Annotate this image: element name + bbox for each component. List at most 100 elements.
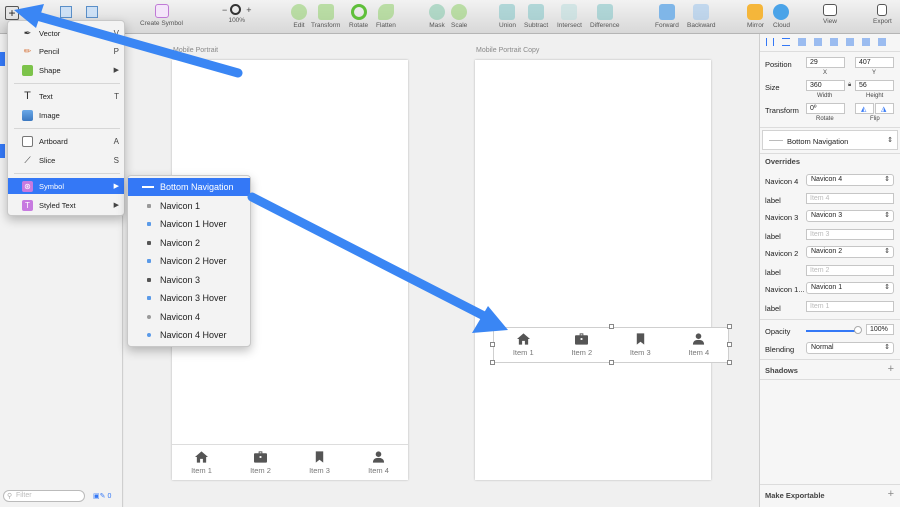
- bottom-navigation-instance[interactable]: Item 1 Item 2 Item 3 Item 4: [493, 327, 729, 363]
- symbol-master-select[interactable]: Bottom Navigation ⇕: [762, 130, 898, 150]
- align-center-icon[interactable]: [814, 38, 822, 46]
- mirror-button[interactable]: Mirror: [747, 4, 764, 29]
- resize-handle-tl[interactable]: [490, 324, 495, 329]
- override-text-field[interactable]: Item 1: [806, 301, 894, 312]
- toolbar-square-icon-1[interactable]: [60, 6, 72, 18]
- difference-button[interactable]: Difference: [590, 4, 620, 29]
- subtract-button[interactable]: Subtract: [524, 4, 548, 29]
- resize-handle-br[interactable]: [727, 360, 732, 365]
- layer-filter-tools[interactable]: ▣✎ 0: [93, 492, 111, 500]
- lock-icon[interactable]: 🔒︎: [848, 82, 851, 89]
- height-field[interactable]: 56: [855, 80, 894, 91]
- zoom-out-button[interactable]: −: [222, 5, 227, 15]
- resize-handle-tm[interactable]: [609, 324, 614, 329]
- menu-item-symbol[interactable]: ⊛ Symbol ▶: [8, 178, 124, 194]
- align-bottom-icon[interactable]: [878, 38, 886, 46]
- resize-handle-ml[interactable]: [490, 342, 495, 347]
- override-text-field[interactable]: Item 3: [806, 229, 894, 240]
- nav-item-4[interactable]: Item 4: [351, 450, 407, 475]
- filter-input[interactable]: ⚲ Filter: [3, 490, 85, 502]
- rotate-field[interactable]: 0º: [806, 103, 845, 114]
- nav-item-4[interactable]: Item 4: [671, 333, 727, 357]
- rotate-button[interactable]: Rotate: [349, 4, 368, 29]
- override-select[interactable]: Navicon 4 ⇕: [806, 174, 894, 186]
- export-button[interactable]: Export: [873, 4, 892, 25]
- insert-button[interactable]: +: [5, 6, 19, 20]
- submenu-item-navicon-3-hover[interactable]: Navicon 3 Hover: [128, 289, 250, 307]
- menu-item-pencil[interactable]: ✏ Pencil P: [8, 43, 124, 59]
- backward-button[interactable]: Backward: [687, 4, 716, 29]
- nav-item-2[interactable]: Item 2: [554, 333, 610, 357]
- blending-select[interactable]: Normal ⇕: [806, 342, 894, 354]
- add-export-button[interactable]: +: [888, 488, 894, 500]
- forward-button[interactable]: Forward: [655, 4, 679, 29]
- navicon-thumbnail-icon: [144, 293, 154, 303]
- flatten-button[interactable]: Flatten: [376, 4, 396, 29]
- opacity-slider-knob[interactable]: [854, 326, 862, 334]
- create-symbol-button[interactable]: Create Symbol: [140, 4, 183, 27]
- override-select[interactable]: Navicon 2 ⇕: [806, 246, 894, 258]
- union-button[interactable]: Union: [499, 4, 516, 29]
- mask-button[interactable]: Mask: [429, 4, 445, 29]
- width-field[interactable]: 360: [806, 80, 845, 91]
- override-text-field[interactable]: Item 4: [806, 193, 894, 204]
- resize-handle-mr[interactable]: [727, 342, 732, 347]
- submenu-item-navicon-4[interactable]: Navicon 4: [128, 308, 250, 326]
- resize-handle-bm[interactable]: [609, 360, 614, 365]
- submenu-item-navicon-2[interactable]: Navicon 2: [128, 234, 250, 252]
- submenu-item-bottom-navigation[interactable]: Bottom Navigation: [128, 178, 250, 196]
- submenu-item-navicon-4-hover[interactable]: Navicon 4 Hover: [128, 326, 250, 344]
- bottom-navigation[interactable]: Item 1 Item 2 Item 3 Item 4: [172, 444, 408, 480]
- menu-item-slice[interactable]: ⟋ Slice S: [8, 152, 124, 168]
- align-middle-icon[interactable]: [862, 38, 870, 46]
- menu-item-styled-text[interactable]: T Styled Text ▶: [8, 197, 124, 213]
- submenu-item-navicon-1-hover[interactable]: Navicon 1 Hover: [128, 215, 250, 233]
- override-select[interactable]: Navicon 1 ⇕: [806, 282, 894, 294]
- intersect-button[interactable]: Intersect: [557, 4, 582, 29]
- scale-button[interactable]: Scale: [451, 4, 467, 29]
- resize-handle-bl[interactable]: [490, 360, 495, 365]
- position-x-field[interactable]: 29: [806, 57, 845, 68]
- position-y-field[interactable]: 407: [855, 57, 894, 68]
- navicon-thumbnail-icon: [144, 312, 154, 322]
- distribute-horizontal-icon[interactable]: [766, 38, 774, 46]
- edit-icon: [291, 4, 307, 20]
- nav-item-3[interactable]: Item 3: [612, 333, 668, 357]
- override-select-value: Navicon 3: [811, 212, 843, 219]
- menu-item-vector[interactable]: ✒ Vector V: [8, 25, 124, 41]
- artboard-mobile-portrait-copy[interactable]: Item 1 Item 2 Item 3 Item 4: [475, 60, 732, 480]
- align-left-icon[interactable]: [798, 38, 806, 46]
- override-text-field[interactable]: Item 2: [806, 265, 894, 276]
- nav-item-1[interactable]: Item 1: [174, 450, 230, 475]
- artboard-title-2[interactable]: Mobile Portrait Copy: [476, 47, 539, 54]
- flip-vertical-button[interactable]: ◮: [875, 103, 894, 114]
- nav-item-1[interactable]: Item 1: [495, 333, 551, 357]
- opacity-field[interactable]: 100%: [866, 324, 894, 335]
- menu-item-image[interactable]: Image: [8, 107, 124, 123]
- cloud-button[interactable]: Cloud: [773, 4, 790, 29]
- distribute-vertical-icon[interactable]: [782, 38, 790, 46]
- menu-item-artboard[interactable]: Artboard A: [8, 133, 124, 149]
- artboard-title-1[interactable]: Mobile Portrait: [173, 47, 218, 54]
- toolbar-square-icon-2[interactable]: [86, 6, 98, 18]
- submenu-item-navicon-3[interactable]: Navicon 3: [128, 271, 250, 289]
- menu-item-shape[interactable]: Shape ▶: [8, 62, 124, 78]
- menu-item-text[interactable]: T Text T: [8, 88, 124, 104]
- override-select[interactable]: Navicon 3 ⇕: [806, 210, 894, 222]
- edit-button[interactable]: Edit: [291, 4, 307, 29]
- flip-horizontal-button[interactable]: ◭: [855, 103, 874, 114]
- align-right-icon[interactable]: [830, 38, 838, 46]
- submenu-item-navicon-2-hover[interactable]: Navicon 2 Hover: [128, 252, 250, 270]
- resize-handle-tr[interactable]: [727, 324, 732, 329]
- nav-item-3[interactable]: Item 3: [292, 450, 348, 475]
- view-button[interactable]: View: [823, 4, 837, 25]
- submenu-item-navicon-1[interactable]: Navicon 1: [128, 197, 250, 215]
- transform-button[interactable]: Transform: [311, 4, 340, 29]
- pencil-icon: ✏: [23, 45, 32, 56]
- zoom-in-button[interactable]: +: [246, 5, 251, 15]
- zoom-level[interactable]: 100%: [228, 17, 245, 24]
- nav-item-2[interactable]: Item 2: [233, 450, 289, 475]
- opacity-slider[interactable]: [806, 326, 862, 334]
- align-top-icon[interactable]: [846, 38, 854, 46]
- add-shadow-button[interactable]: +: [888, 363, 894, 375]
